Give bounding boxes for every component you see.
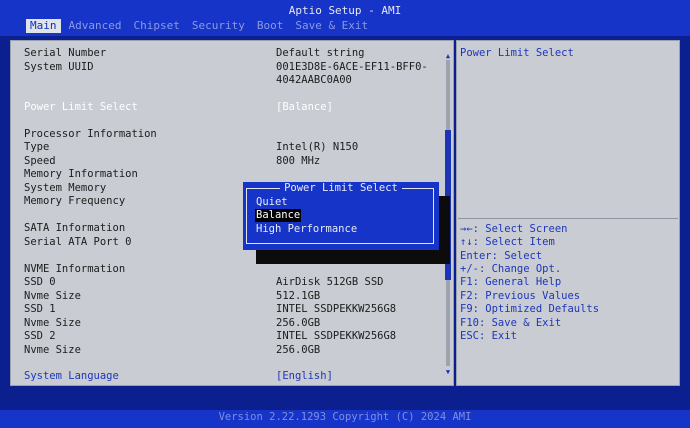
- nvme-information-header: NVME Information: [24, 263, 126, 275]
- ssd2-label: SSD 2: [24, 330, 56, 342]
- memory-frequency-label: Memory Frequency: [24, 195, 126, 207]
- help-key-save-exit: F10: Save & Exit: [460, 317, 562, 329]
- window-title: Aptio Setup - AMI: [288, 4, 402, 17]
- processor-speed-value: 800 MHz: [276, 155, 321, 167]
- processor-information-header: Processor Information: [24, 128, 157, 140]
- help-key-esc-exit: ESC: Exit: [460, 330, 517, 342]
- top-bar: Aptio Setup - AMI Main Advanced Chipset …: [0, 0, 690, 36]
- nvme-size0-value: 512.1GB: [276, 290, 321, 302]
- ssd2-value: INTEL SSDPEKKW256G8: [276, 330, 397, 342]
- popup-title: Power Limit Select: [243, 182, 439, 195]
- help-key-change-opt: +/-: Change Opt.: [460, 263, 562, 275]
- system-uuid-value-line2: 4042AABC0A00: [276, 74, 352, 86]
- system-memory-label: System Memory: [24, 182, 107, 194]
- popup-title-text: Power Limit Select: [280, 182, 402, 194]
- system-uuid-value-line1: 001E3D8E-6ACE-EF11-BFF0-: [276, 61, 428, 73]
- footer-version: Version 2.22.1293 Copyright (C) 2024 AMI: [0, 410, 690, 428]
- system-uuid-label: System UUID: [24, 61, 94, 73]
- processor-type-value: Intel(R) N150: [276, 141, 359, 153]
- memory-information-header: Memory Information: [24, 168, 138, 180]
- tab-chipset[interactable]: Chipset: [129, 19, 183, 33]
- tab-bar: Main Advanced Chipset Security Boot Save…: [26, 19, 376, 33]
- ssd1-label: SSD 1: [24, 303, 56, 315]
- tab-security[interactable]: Security: [188, 19, 249, 33]
- power-limit-select-value[interactable]: [Balance]: [276, 101, 333, 114]
- power-limit-select-popup: Power Limit Select Quiet Balance High Pe…: [243, 182, 439, 250]
- popup-option-high-performance[interactable]: High Performance: [256, 223, 357, 236]
- help-key-select-item: ↑↓: Select Item: [460, 236, 555, 248]
- tab-main[interactable]: Main: [26, 19, 61, 33]
- tab-advanced[interactable]: Advanced: [65, 19, 126, 33]
- power-limit-select-label[interactable]: Power Limit Select: [24, 101, 138, 114]
- scroll-up-icon[interactable]: ▲: [444, 52, 452, 60]
- ssd1-value: INTEL SSDPEKKW256G8: [276, 303, 397, 315]
- help-description: Power Limit Select: [460, 47, 574, 59]
- ssd0-label: SSD 0: [24, 276, 56, 288]
- nvme-size2-label: Nvme Size: [24, 344, 81, 356]
- help-key-enter: Enter: Select: [460, 250, 543, 262]
- tab-save-exit[interactable]: Save & Exit: [291, 19, 372, 33]
- system-language-label[interactable]: System Language: [24, 370, 119, 383]
- scroll-down-icon[interactable]: ▼: [444, 368, 452, 376]
- help-key-general-help: F1: General Help: [460, 276, 562, 288]
- processor-type-label: Type: [24, 141, 50, 153]
- help-divider: [458, 218, 678, 219]
- help-key-select-screen: →←: Select Screen: [460, 223, 568, 235]
- nvme-size1-value: 256.0GB: [276, 317, 321, 329]
- processor-speed-label: Speed: [24, 155, 56, 167]
- nvme-size1-label: Nvme Size: [24, 317, 81, 329]
- popup-option-quiet[interactable]: Quiet: [256, 196, 288, 209]
- tab-boot[interactable]: Boot: [253, 19, 288, 33]
- serial-number-value: Default string: [276, 47, 365, 59]
- nvme-size2-value: 256.0GB: [276, 344, 321, 356]
- popup-option-balance[interactable]: Balance: [255, 209, 302, 222]
- ssd0-value: AirDisk 512GB SSD: [276, 276, 384, 288]
- nvme-size0-label: Nvme Size: [24, 290, 81, 302]
- help-key-optimized-defaults: F9: Optimized Defaults: [460, 303, 600, 315]
- help-key-previous-values: F2: Previous Values: [460, 290, 581, 302]
- sata-information-header: SATA Information: [24, 222, 126, 234]
- system-language-value[interactable]: [English]: [276, 370, 333, 383]
- serial-number-label: Serial Number: [24, 47, 107, 59]
- serial-ata-port0-label: Serial ATA Port 0: [24, 236, 132, 248]
